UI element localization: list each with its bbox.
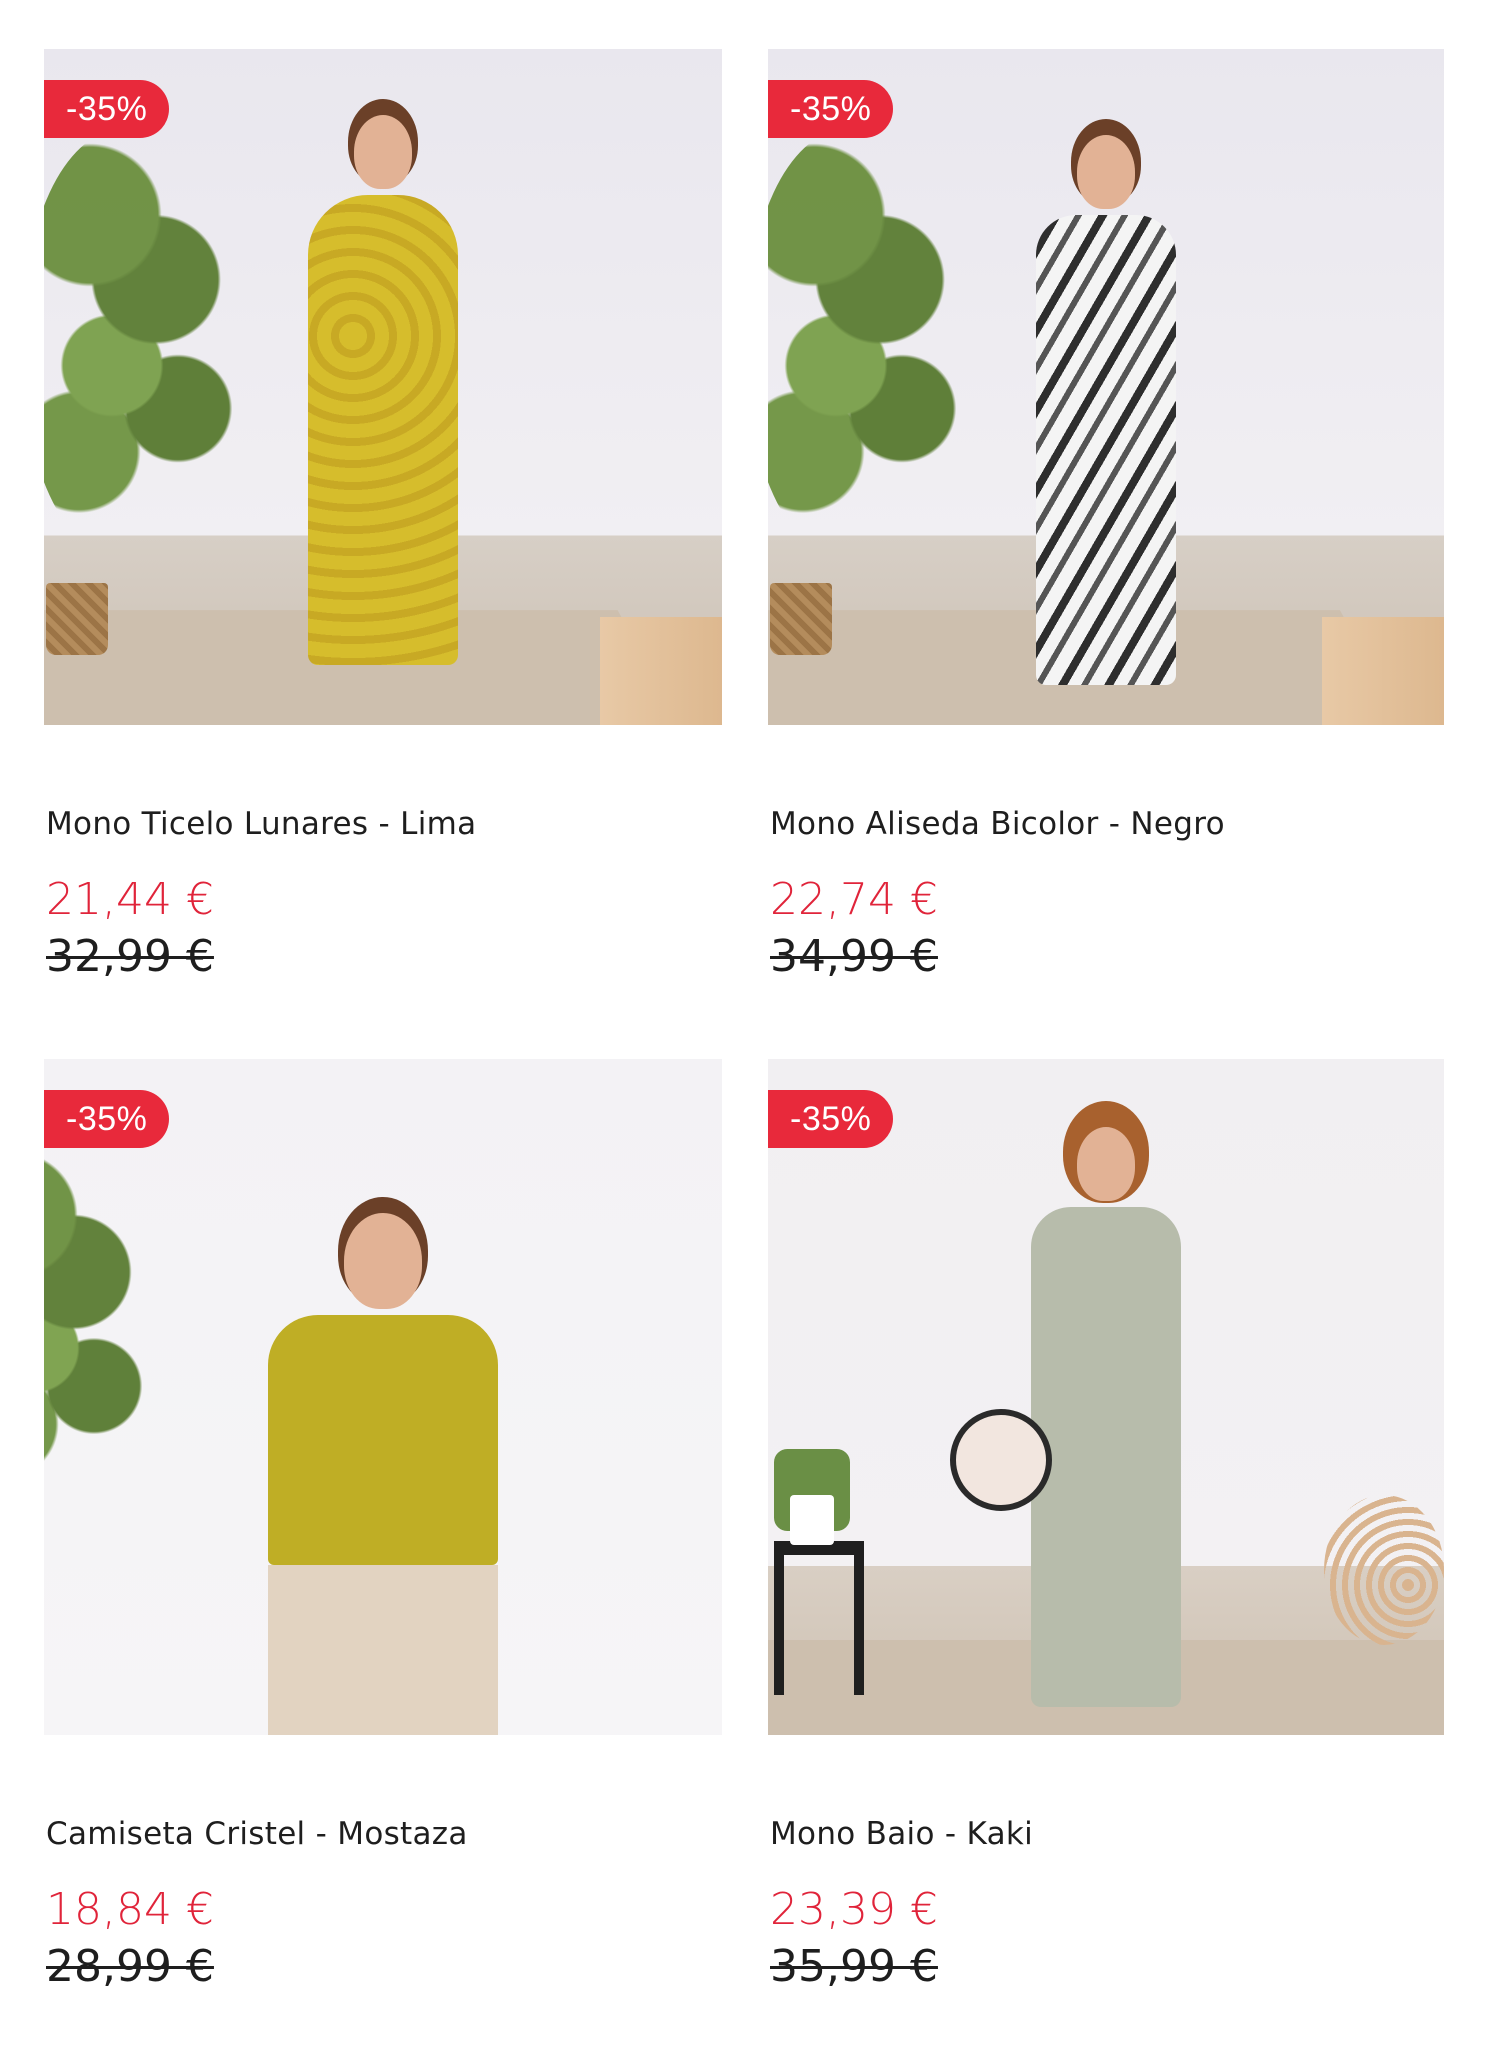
plant-decor [790, 1495, 834, 1545]
sale-price: 18,84 € [46, 1884, 214, 1935]
product-card[interactable]: -35% Mono Aliseda Bicolor - Negro 22,74 … [768, 49, 1444, 1059]
floor-decor [1322, 616, 1444, 725]
model-figure [1036, 135, 1176, 685]
sale-price: 22,74 € [770, 874, 938, 925]
plant-pot-decor [46, 583, 108, 655]
product-image[interactable]: -35% [44, 1059, 722, 1735]
plant-decor [44, 1139, 154, 1519]
product-image[interactable]: -35% [768, 1059, 1444, 1735]
sale-price: 21,44 € [46, 874, 214, 925]
product-image[interactable]: -35% [768, 49, 1444, 725]
original-price: 28,99 € [46, 1941, 214, 1992]
product-image[interactable]: -35% [44, 49, 722, 725]
original-price: 34,99 € [770, 931, 938, 982]
product-name[interactable]: Mono Ticelo Lunares - Lima [46, 806, 476, 842]
product-name[interactable]: Mono Aliseda Bicolor - Negro [770, 806, 1225, 842]
product-card[interactable]: -35% Mono Ticelo Lunares - Lima 21,44 € … [44, 49, 722, 1059]
product-name[interactable]: Camiseta Cristel - Mostaza [46, 1816, 468, 1852]
model-figure [268, 1213, 498, 1735]
original-price: 32,99 € [46, 931, 214, 982]
floor-decor [599, 616, 722, 725]
stool-decor [774, 1541, 864, 1695]
product-name[interactable]: Mono Baio - Kaki [770, 1816, 1033, 1852]
discount-badge: -35% [768, 1090, 894, 1148]
sale-price: 23,39 € [770, 1884, 938, 1935]
plant-pot-decor [770, 583, 832, 655]
product-card[interactable]: -35% Camiseta Cristel - Mostaza 18,84 € … [44, 1059, 722, 2069]
product-grid: -35% Mono Ticelo Lunares - Lima 21,44 € … [44, 49, 1444, 2069]
discount-badge: -35% [768, 80, 894, 138]
plant-decor [44, 129, 244, 559]
plant-decor [768, 129, 968, 559]
discount-badge: -35% [44, 80, 170, 138]
model-figure [1031, 1127, 1181, 1707]
original-price: 35,99 € [770, 1941, 938, 1992]
discount-badge: -35% [44, 1090, 170, 1148]
model-figure [308, 115, 458, 665]
product-card[interactable]: -35% Mono Baio - Kaki 23,39 € 35,99 € [768, 1059, 1444, 2069]
hat-decor [950, 1409, 1052, 1511]
chair-decor [1324, 1495, 1444, 1645]
